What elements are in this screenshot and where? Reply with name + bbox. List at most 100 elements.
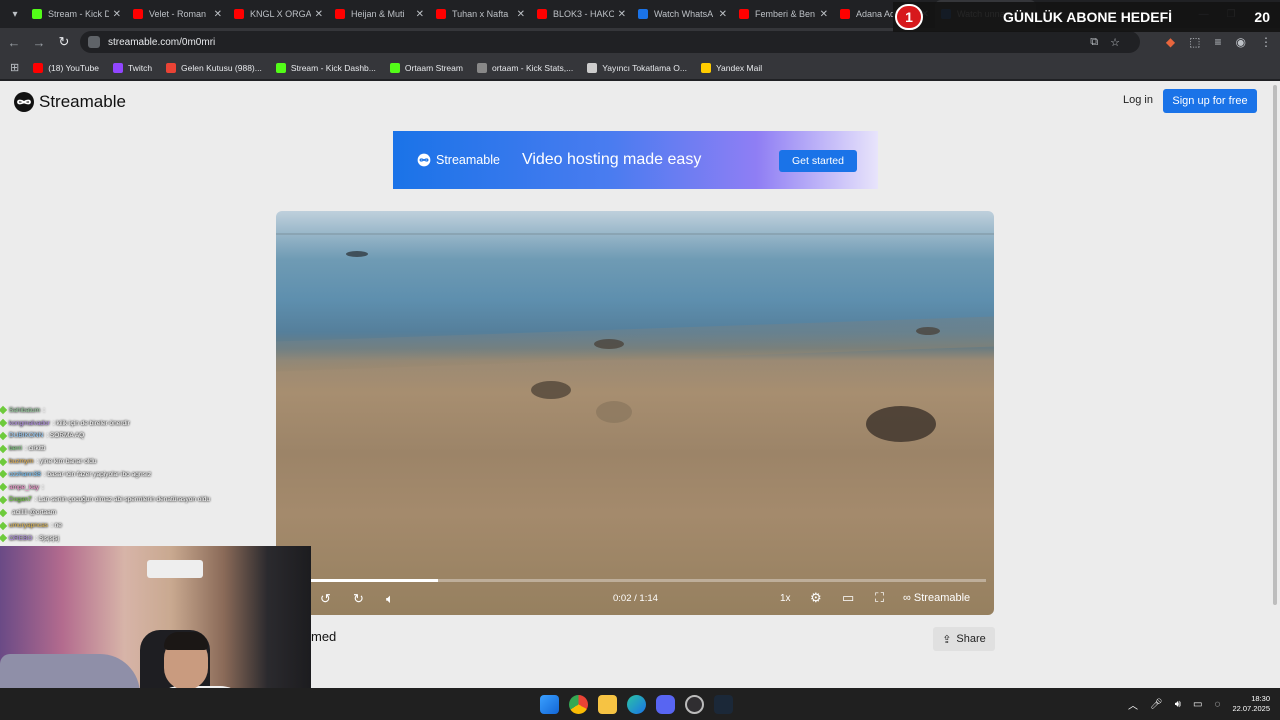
chrome-icon[interactable] <box>569 694 588 714</box>
chat-message: OREBO: Sjsjsjsj <box>0 532 280 545</box>
chat-message: Dogan7: Lan senin çocuğun olmaz abi sper… <box>0 494 280 507</box>
tab-close-icon[interactable]: ✕ <box>618 9 626 20</box>
bookmark-star-icon[interactable]: ☆ <box>1110 36 1120 49</box>
bookmarks-bar: ⊞ (18) YouTube Twitch Gelen Kutusu (988)..… <box>0 56 1280 80</box>
tab-close-icon[interactable]: ✕ <box>517 9 525 20</box>
progress-bar[interactable] <box>310 579 986 582</box>
page-scrollbar[interactable] <box>1270 81 1280 688</box>
browser-tab[interactable]: Tuhan x Nafta ✕ <box>430 0 531 28</box>
extensions-puzzle-icon[interactable]: ⬚ <box>1189 35 1200 49</box>
chat-username: DUBIKONN <box>9 432 44 440</box>
tab-close-icon[interactable]: ✕ <box>416 9 424 20</box>
ad-banner[interactable]: Streamable Video hosting made easy Get s… <box>393 131 878 189</box>
browser-tab[interactable]: Watch WhatsA ✕ <box>632 0 733 28</box>
forward-icon[interactable]: → <box>28 35 50 50</box>
bookmark-favicon-icon <box>476 62 487 73</box>
bookmark-item[interactable]: ortaam - Kick Stats,... <box>476 62 573 73</box>
signup-button[interactable]: Sign up for free <box>1163 89 1257 113</box>
share-button[interactable]: ⇪ Share <box>933 627 995 651</box>
video-player[interactable]: ↺ ↻ 🔈︎ 0:02 / 1:14 1x ⚙ ▭ ⛶ ∞ Streamable <box>276 211 994 615</box>
address-bar[interactable]: streamable.com/0m0mri ⧉ ☆ <box>80 31 1140 53</box>
extension-icon[interactable]: ◆ <box>1166 35 1175 49</box>
tab-close-icon[interactable]: ✕ <box>113 9 121 20</box>
chat-text: : <box>42 483 44 491</box>
settings-gear-icon[interactable]: ⚙ <box>810 590 822 606</box>
obs-icon[interactable] <box>685 694 704 714</box>
steam-icon[interactable] <box>714 694 733 714</box>
bookmark-favicon-icon <box>33 62 44 73</box>
chat-badge-icon <box>0 431 8 441</box>
bookmark-favicon-icon <box>166 62 177 73</box>
bookmark-item[interactable]: Yandex Mail <box>700 62 762 73</box>
fullscreen-icon[interactable]: ⛶ <box>875 590 884 606</box>
chat-text: : <box>43 406 45 414</box>
tab-close-icon[interactable]: ✕ <box>719 9 727 20</box>
browser-tab[interactable]: Heijan & Muti ✕ <box>329 0 430 28</box>
get-started-button[interactable]: Get started <box>779 150 857 172</box>
volume-icon[interactable]: 🔈︎ <box>386 591 394 607</box>
tab-close-icon[interactable]: ✕ <box>820 9 828 20</box>
microphone-icon[interactable]: 🎤︎ <box>1150 699 1163 710</box>
bookmark-label: (18) YouTube <box>48 62 99 73</box>
translate-icon[interactable]: ⧉ <box>1090 36 1098 49</box>
chat-message: Sahibatum: <box>0 404 280 417</box>
bookmark-list: (18) YouTube Twitch Gelen Kutusu (988)... S… <box>33 62 762 73</box>
back-icon[interactable]: ← <box>3 35 25 50</box>
discord-icon[interactable] <box>656 694 675 714</box>
picture-in-picture-icon[interactable]: ▭ <box>842 590 854 606</box>
infinity-logo-icon <box>417 153 431 167</box>
video-rock <box>594 339 624 349</box>
browser-tab[interactable]: Femberi & Ben ✕ <box>733 0 834 28</box>
chat-text: : kilik için de bireler önerdir <box>52 419 130 427</box>
chat-text: acilllll @ortaam <box>12 509 57 517</box>
file-explorer-icon[interactable] <box>598 694 617 714</box>
bookmark-item[interactable]: Yayıncı Tokatlama O... <box>587 62 687 73</box>
watermark-text: Streamable <box>913 592 971 604</box>
browser-tab[interactable]: KNGL X ORGA ✕ <box>228 0 329 28</box>
bookmark-item[interactable]: Stream - Kick Dashb... <box>275 62 376 73</box>
tab-search-icon[interactable]: ▾ <box>4 3 26 25</box>
bookmark-item[interactable]: Ortaam Stream <box>389 62 463 73</box>
menu-kebab-icon[interactable]: ⋮ <box>1260 35 1272 49</box>
bookmark-item[interactable]: Gelen Kutusu (988)... <box>166 62 262 73</box>
rewind-icon[interactable]: ↺ <box>320 591 331 607</box>
site-info-icon[interactable] <box>88 36 100 48</box>
goal-target: 20 <box>1254 9 1270 25</box>
forward-skip-icon[interactable]: ↻ <box>353 591 364 607</box>
apps-grid-icon[interactable]: ⊞ <box>10 61 19 74</box>
media-control-icon[interactable]: ≡ <box>1215 35 1222 49</box>
tab-favicon-icon <box>739 9 749 19</box>
tab-favicon-icon <box>436 9 446 19</box>
chat-badge-icon <box>0 521 8 530</box>
chat-username: buzmym <box>9 458 34 466</box>
speed-button[interactable]: 1x <box>780 593 791 604</box>
scrollbar-thumb[interactable] <box>1273 85 1277 605</box>
network-icon[interactable]: ◌ <box>1215 699 1221 710</box>
player-watermark[interactable]: ∞ Streamable <box>903 592 970 604</box>
login-link[interactable]: Log in <box>1123 94 1153 106</box>
streamable-logo[interactable]: Streamable <box>13 91 126 113</box>
reload-icon[interactable]: ↻ <box>53 34 75 50</box>
tab-close-icon[interactable]: ✕ <box>315 9 323 20</box>
tray-overflow-icon[interactable]: ︿ <box>1128 697 1138 712</box>
chat-badge-icon <box>0 457 8 466</box>
tab-close-icon[interactable]: ✕ <box>214 9 222 20</box>
start-windows-icon[interactable] <box>540 694 559 714</box>
tab-favicon-icon <box>638 9 648 19</box>
webcam-person-hair <box>164 632 208 650</box>
bookmark-item[interactable]: Twitch <box>112 62 152 73</box>
system-clock[interactable]: 18:30 22.07.2025 <box>1232 694 1270 714</box>
profile-avatar-icon[interactable]: ◉ <box>1236 35 1246 49</box>
bookmark-item[interactable]: (18) YouTube <box>33 62 99 73</box>
browser-tab[interactable]: Velet - Roman ✕ <box>127 0 228 28</box>
speaker-icon[interactable]: 🔊︎ <box>1175 699 1181 710</box>
chat-username: Dogan7 <box>9 496 32 504</box>
display-icon[interactable]: ▭ <box>1193 699 1202 710</box>
browser-tab[interactable]: Stream - Kick D ✕ <box>26 0 127 28</box>
chat-badge-icon <box>0 418 8 428</box>
edge-icon[interactable] <box>627 694 646 714</box>
infinity-logo-icon <box>14 92 34 112</box>
chat-username: ozzhann38 <box>9 470 41 478</box>
chat-text: : basar icin fazer yapiyolar ibo agrısız <box>43 470 152 478</box>
browser-tab[interactable]: BLOK3 - HAKO ✕ <box>531 0 632 28</box>
